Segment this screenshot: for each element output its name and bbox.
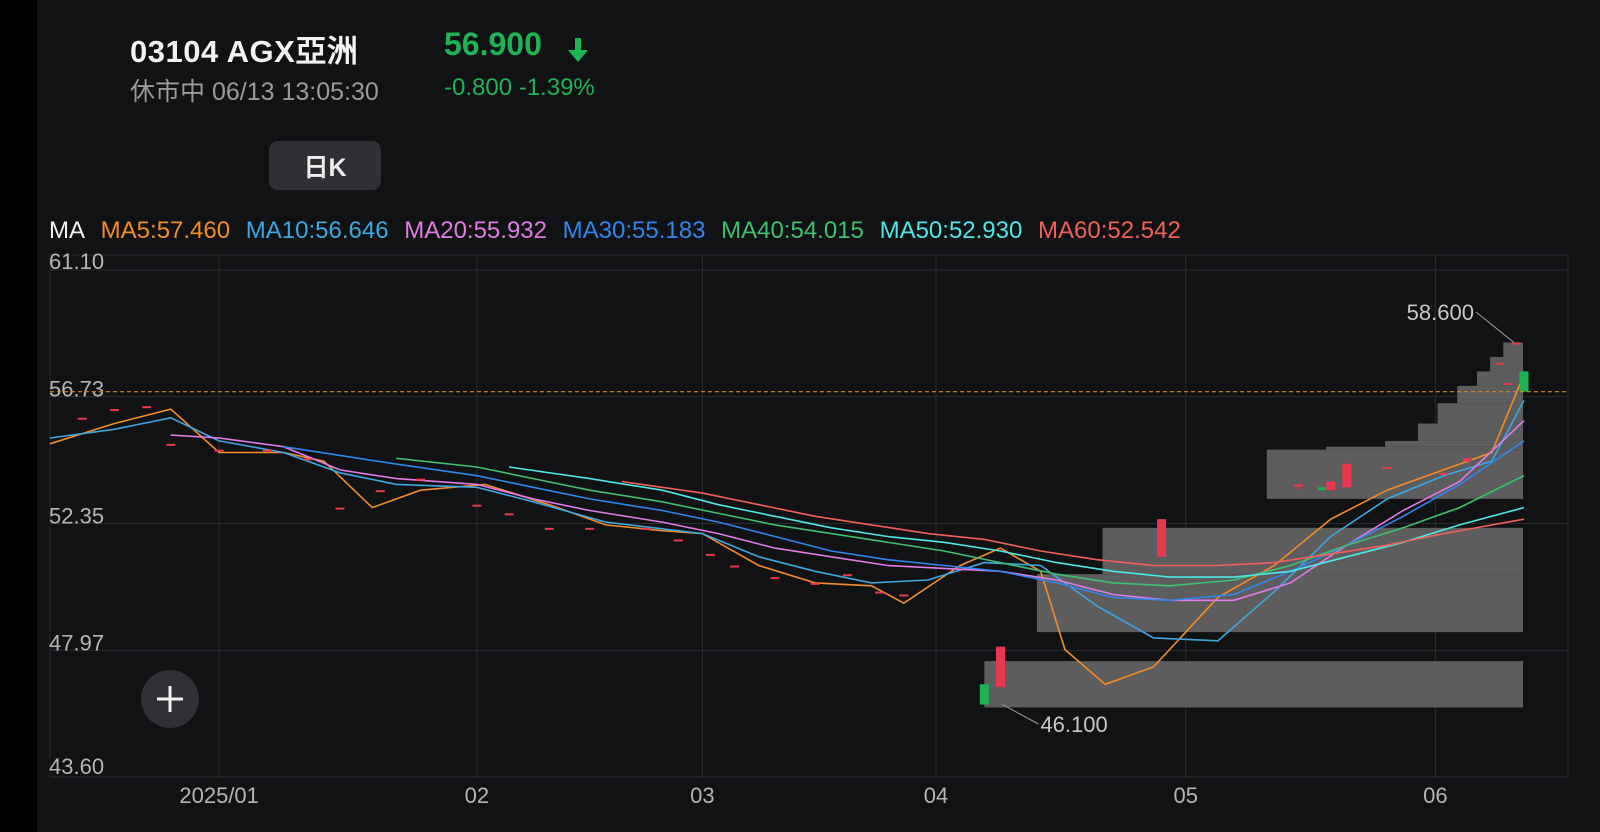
candle-body	[1157, 519, 1167, 557]
candle-body	[641, 527, 651, 530]
candle-body	[166, 443, 176, 446]
volume-profile-bar	[1477, 371, 1523, 386]
candle-body	[1293, 484, 1303, 487]
candle-body	[730, 565, 740, 568]
candle-body	[77, 417, 87, 420]
candle-body	[979, 684, 989, 705]
volume-profile-bar	[1503, 342, 1523, 357]
candle-body	[544, 527, 554, 530]
candle-body	[1519, 371, 1529, 392]
candle-body	[995, 646, 1005, 688]
candle-body	[262, 449, 272, 452]
candlestick-chart[interactable]: 61.10 56.73 52.35 47.97 43.60 2025/01 02 03 04 05…	[0, 0, 1600, 832]
candle-body	[335, 507, 345, 510]
candle-body	[673, 539, 683, 542]
candle-body	[1326, 481, 1336, 491]
app-screen: 03104 AGX亞洲 休市中 06/13 13:05:30 56.900 -0…	[0, 0, 1600, 832]
candle-body	[1463, 458, 1473, 462]
x-tick-label: 04	[924, 783, 948, 808]
x-tick-label: 02	[465, 783, 489, 808]
high-marker-leader	[1475, 311, 1515, 343]
x-tick-label: 2025/01	[179, 783, 259, 808]
plus-icon	[157, 686, 183, 712]
candle-body	[109, 409, 119, 412]
candle-body	[899, 594, 909, 597]
x-tick-label: 05	[1173, 783, 1197, 808]
candle-body	[1438, 472, 1448, 475]
volume-profile-bar	[984, 661, 1523, 708]
candle-body	[810, 582, 820, 585]
candle-body	[585, 527, 595, 530]
x-tick-label: 03	[690, 783, 714, 808]
candle-body	[375, 490, 385, 493]
candle-body	[416, 478, 426, 481]
y-tick-label: 47.97	[49, 630, 104, 655]
candle-body	[770, 577, 780, 580]
candle-body	[1511, 342, 1521, 345]
low-marker-leader	[1002, 704, 1039, 725]
x-tick-label: 06	[1423, 783, 1447, 808]
y-tick-label: 61.10	[49, 249, 104, 274]
high-marker-label: 58.600	[1407, 300, 1474, 325]
candle-body	[472, 504, 482, 507]
add-indicator-button[interactable]	[141, 670, 199, 728]
candle-body	[1342, 464, 1352, 488]
y-tick-label: 56.73	[49, 377, 104, 402]
candle-body	[1495, 362, 1505, 365]
candle-body	[1382, 467, 1392, 470]
y-tick-label: 52.35	[49, 504, 104, 529]
y-tick-label: 43.60	[49, 754, 104, 779]
candle-body	[705, 553, 715, 556]
candle-body	[1503, 382, 1513, 385]
candle-body	[214, 449, 224, 452]
candle-body	[1318, 487, 1328, 491]
candle-body	[842, 574, 852, 577]
low-marker-label: 46.100	[1040, 712, 1107, 737]
candle-body	[142, 406, 152, 409]
volume-profile-bar	[1490, 356, 1523, 372]
candle-body	[303, 458, 313, 461]
candle-body	[504, 513, 514, 516]
candle-body	[875, 591, 885, 594]
